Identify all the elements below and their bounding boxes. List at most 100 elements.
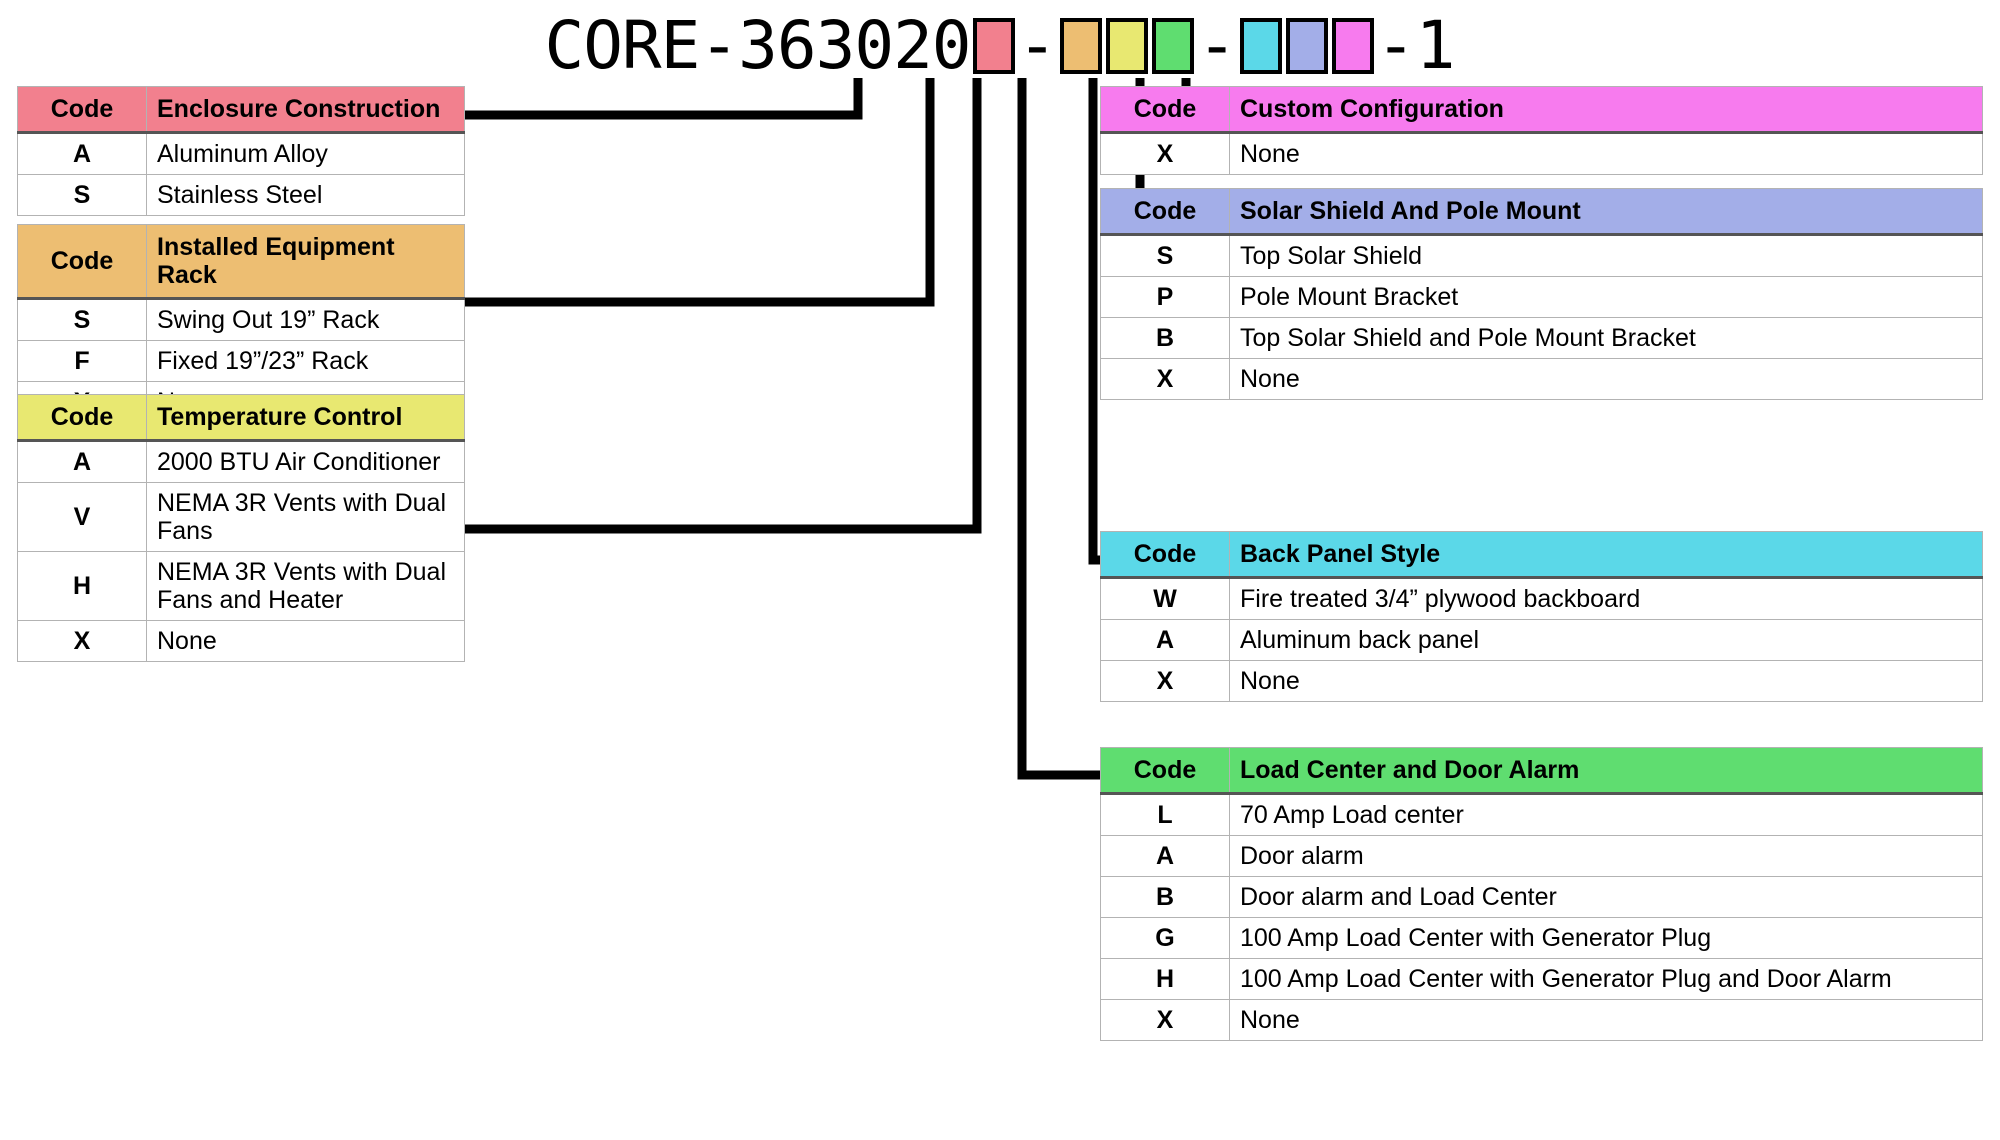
cell-code: A <box>17 132 147 175</box>
connector-temperature <box>463 78 982 534</box>
part-number-segment-load-center-and-door-alarm <box>1152 18 1195 74</box>
table-body: X None <box>1100 132 1983 175</box>
table-header-row: Code Solar Shield And Pole Mount <box>1100 188 1983 236</box>
part-number-segment-enclosure-construction <box>972 18 1015 74</box>
column-header-code: Code <box>17 224 147 300</box>
cell-code: P <box>1100 276 1230 318</box>
table-row: G 100 Amp Load Center with Generator Plu… <box>1100 917 1983 959</box>
connector-rack <box>463 78 935 307</box>
cell-code: W <box>1100 577 1230 620</box>
table-row: S Swing Out 19” Rack <box>17 298 465 341</box>
column-header-title: Temperature Control <box>146 394 465 442</box>
table-row: P Pole Mount Bracket <box>1100 276 1983 318</box>
cell-description: Stainless Steel <box>146 174 465 216</box>
cell-code: B <box>1100 317 1230 359</box>
connector-loadcenter <box>1017 78 1100 780</box>
column-header-code: Code <box>1100 531 1230 579</box>
table-header-row: Code Custom Configuration <box>1100 86 1983 134</box>
cell-code: H <box>1100 958 1230 1000</box>
part-number-dash-1: - <box>1017 7 1058 84</box>
column-header-title: Load Center and Door Alarm <box>1229 747 1983 795</box>
table-row: X None <box>1100 132 1983 175</box>
column-header-title: Back Panel Style <box>1229 531 1983 579</box>
table-row: X None <box>1100 358 1983 400</box>
table-body: L 70 Amp Load center A Door alarm B Door… <box>1100 793 1983 1041</box>
table-row: X None <box>1100 999 1983 1041</box>
cell-code: S <box>1100 234 1230 277</box>
cell-code: S <box>17 174 147 216</box>
cell-code: F <box>17 340 147 382</box>
cell-description: Pole Mount Bracket <box>1229 276 1983 318</box>
column-header-code: Code <box>1100 747 1230 795</box>
table-row: L 70 Amp Load center <box>1100 793 1983 836</box>
table-header-row: Code Installed Equipment Rack <box>17 224 465 300</box>
table-row: H NEMA 3R Vents with Dual Fans and Heate… <box>17 551 465 621</box>
cell-description: 100 Amp Load Center with Generator Plug … <box>1229 958 1983 1000</box>
cell-code: B <box>1100 876 1230 918</box>
cell-description: None <box>1229 358 1983 400</box>
column-header-title: Custom Configuration <box>1229 86 1983 134</box>
part-number-segment-back-panel-style <box>1240 18 1283 74</box>
cell-code: A <box>1100 619 1230 661</box>
cell-description: None <box>1229 132 1983 175</box>
table-header-row: Code Temperature Control <box>17 394 465 442</box>
table-row: A Aluminum Alloy <box>17 132 465 175</box>
table-solar-shield-and-pole-mount: Code Solar Shield And Pole Mount S Top S… <box>1100 188 1983 400</box>
cell-code: S <box>17 298 147 341</box>
cell-code: L <box>1100 793 1230 836</box>
table-row: S Top Solar Shield <box>1100 234 1983 277</box>
part-number-suffix: -1 <box>1376 7 1456 84</box>
column-header-title: Installed Equipment Rack <box>146 224 465 300</box>
cell-description: 70 Amp Load center <box>1229 793 1983 836</box>
table-load-center-and-door-alarm: Code Load Center and Door Alarm L 70 Amp… <box>1100 747 1983 1041</box>
table-row: S Stainless Steel <box>17 174 465 216</box>
part-number-segment-installed-equipment-rack <box>1060 18 1103 74</box>
cell-code: X <box>1100 999 1230 1041</box>
cell-code: X <box>17 620 147 662</box>
table-row: B Door alarm and Load Center <box>1100 876 1983 918</box>
column-header-title: Solar Shield And Pole Mount <box>1229 188 1983 236</box>
table-row: X None <box>17 620 465 662</box>
table-body: S Top Solar Shield P Pole Mount Bracket … <box>1100 234 1983 400</box>
cell-code: X <box>1100 358 1230 400</box>
part-number-segment-custom-configuration <box>1332 18 1375 74</box>
table-body: W Fire treated 3/4” plywood backboard A … <box>1100 577 1983 702</box>
cell-description: None <box>146 620 465 662</box>
cell-code: X <box>1100 660 1230 702</box>
table-enclosure-construction: Code Enclosure Construction A Aluminum A… <box>17 86 465 216</box>
cell-description: None <box>1229 999 1983 1041</box>
column-header-code: Code <box>17 86 147 134</box>
table-row: W Fire treated 3/4” plywood backboard <box>1100 577 1983 620</box>
column-header-code: Code <box>17 394 147 442</box>
table-row: A Aluminum back panel <box>1100 619 1983 661</box>
part-number-segment-solar-shield-and-pole-mount <box>1286 18 1329 74</box>
cell-description: Fire treated 3/4” plywood backboard <box>1229 577 1983 620</box>
table-header-row: Code Load Center and Door Alarm <box>1100 747 1983 795</box>
cell-code: V <box>17 482 147 552</box>
table-header-row: Code Back Panel Style <box>1100 531 1983 579</box>
cell-description: Swing Out 19” Rack <box>146 298 465 341</box>
cell-description: NEMA 3R Vents with Dual Fans <box>146 482 465 552</box>
cell-code: A <box>1100 835 1230 877</box>
table-row: X None <box>1100 660 1983 702</box>
part-number-dash-2: - <box>1197 7 1238 84</box>
cell-code: A <box>17 440 147 483</box>
table-row: V NEMA 3R Vents with Dual Fans <box>17 482 465 552</box>
cell-code: H <box>17 551 147 621</box>
cell-description: 2000 BTU Air Conditioner <box>146 440 465 483</box>
table-header-row: Code Enclosure Construction <box>17 86 465 134</box>
cell-description: Door alarm <box>1229 835 1983 877</box>
cell-description: Top Solar Shield <box>1229 234 1983 277</box>
connector-backpanel <box>1088 78 1100 565</box>
table-row: B Top Solar Shield and Pole Mount Bracke… <box>1100 317 1983 359</box>
part-number-segment-temperature-control <box>1106 18 1149 74</box>
table-row: A 2000 BTU Air Conditioner <box>17 440 465 483</box>
cell-description: 100 Amp Load Center with Generator Plug <box>1229 917 1983 959</box>
table-body: A 2000 BTU Air Conditioner V NEMA 3R Ven… <box>17 440 465 662</box>
cell-description: None <box>1229 660 1983 702</box>
cell-description: Top Solar Shield and Pole Mount Bracket <box>1229 317 1983 359</box>
table-custom-configuration: Code Custom Configuration X None <box>1100 86 1983 175</box>
table-row: A Door alarm <box>1100 835 1983 877</box>
table-temperature-control: Code Temperature Control A 2000 BTU Air … <box>17 394 465 662</box>
cell-description: NEMA 3R Vents with Dual Fans and Heater <box>146 551 465 621</box>
